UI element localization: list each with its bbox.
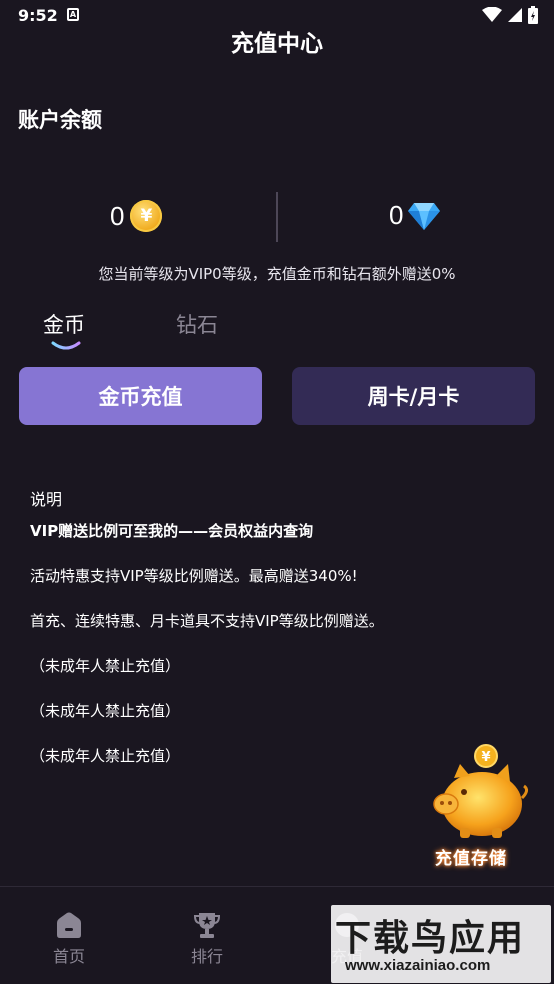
battery-icon [528,6,538,24]
account-balance-title: 账户余额 [18,108,102,132]
recharge-center-screen: 9:52 A 充值中心 账户余额 0 ¥ 0 您当前等级为VIP0等级，充值金币… [0,0,554,984]
diamond-balance: 0 [389,200,441,231]
page-title: 充值中心 [231,31,323,57]
notes-heading: 说明 [30,490,63,509]
weekly-monthly-card-button[interactable]: 周卡/月卡 [292,367,535,425]
nav-item-home[interactable]: 首页 [34,911,104,967]
balance-divider [276,192,278,242]
nav-label-home: 首页 [52,947,85,966]
coin-icon: ¥ [130,200,163,232]
piggy-bank-label[interactable]: 充值存储 [435,844,507,869]
notes-vip-query: VIP赠送比例可至我的——会员权益内查询 [30,522,314,540]
nav-label-rank: 排行 [190,947,223,966]
wifi-icon [482,7,502,22]
trophy-icon [193,913,221,938]
nav-item-rank[interactable]: 排行 [172,911,242,967]
diamond-icon [408,202,441,230]
coin-balance-value: 0 [110,200,125,231]
coin-recharge-button[interactable]: 金币充值 [19,367,262,425]
watermark: 下载鸟应用 www.xiazainiao.com [331,905,551,983]
tab-coin[interactable]: 金币 [43,309,85,339]
home-icon [57,912,81,938]
status-icons [482,6,538,24]
tab-active-indicator [51,341,81,350]
watermark-url: www.xiazainiao.com [345,957,491,974]
a-icon: A [67,8,79,21]
notes-minor-warning: （未成年人禁止充值） [30,702,181,720]
watermark-main-text: 下载鸟应用 [335,918,526,959]
signal-icon [508,8,522,22]
status-time: 9:52 [18,6,58,25]
piggy-coin-symbol: ¥ [481,750,490,765]
notes-minor-warning: （未成年人禁止充值） [30,657,181,675]
tab-diamond[interactable]: 钻石 [176,309,218,339]
vip-level-note: 您当前等级为VIP0等级，充值金币和钻石额外赠送0% [98,265,456,283]
notes-activity: 活动特惠支持VIP等级比例赠送。最高赠送340%! [30,567,358,585]
diamond-balance-value: 0 [389,200,404,230]
coin-balance: 0 ¥ [110,200,163,232]
notes-exclusions: 首充、连续特惠、月卡道具不支持VIP等级比例赠送。 [30,612,384,630]
